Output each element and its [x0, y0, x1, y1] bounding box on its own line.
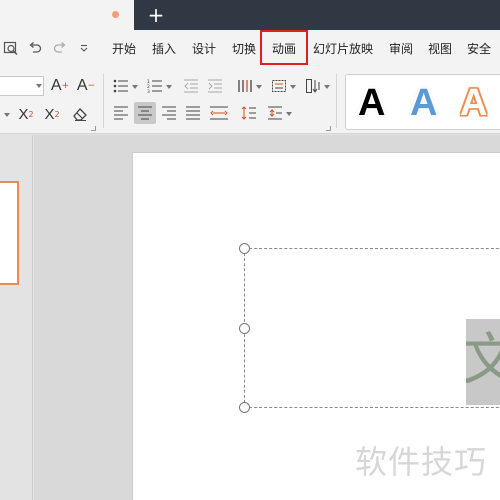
- numbering-icon[interactable]: 123: [146, 78, 164, 94]
- customize-dropdown-icon[interactable]: [77, 39, 91, 57]
- superscript-letter: X: [18, 105, 29, 123]
- animation-highlight-box: [260, 30, 308, 65]
- align-left-icon[interactable]: [112, 105, 130, 121]
- watermark-text: 软件技巧: [355, 443, 488, 481]
- wordart-preview[interactable]: 文: [466, 319, 500, 405]
- ribbon-toolbar: A + A − X2 X2 123 A A A: [0, 68, 500, 134]
- justify-icon[interactable]: [184, 105, 202, 121]
- superscript-button[interactable]: X2: [16, 104, 36, 124]
- paragraph-spacing-icon[interactable]: [266, 105, 284, 121]
- text-style-orange-outline[interactable]: A: [460, 79, 487, 127]
- decrease-font-button[interactable]: A −: [76, 76, 96, 96]
- text-direction-caret-icon[interactable]: [324, 85, 330, 89]
- menu-view[interactable]: 视图: [428, 30, 452, 68]
- text-box-caret-icon[interactable]: [290, 85, 296, 89]
- paragraph-dialog-launcher-icon[interactable]: [326, 126, 331, 131]
- subscript-button[interactable]: X2: [42, 104, 62, 124]
- column-icon[interactable]: [236, 77, 254, 95]
- bullets-icon[interactable]: [112, 78, 130, 94]
- text-styles-gallery: A A A: [345, 74, 500, 130]
- resize-handle-middle-left[interactable]: [239, 323, 250, 334]
- bullets-caret-icon[interactable]: [132, 85, 138, 89]
- increase-font-button[interactable]: A +: [50, 76, 70, 96]
- eraser-icon[interactable]: [70, 104, 90, 124]
- slide-thumbnail-panel: [0, 135, 33, 500]
- menu-bar: 开始 插入 设计 切换 动画 幻灯片放映 审阅 视图 安全: [0, 30, 500, 68]
- align-center-icon[interactable]: [136, 105, 154, 121]
- menu-home[interactable]: 开始: [112, 30, 136, 68]
- slide-thumbnail-selected[interactable]: [0, 181, 19, 285]
- text-style-black[interactable]: A: [358, 79, 385, 127]
- menu-transitions[interactable]: 切换: [232, 30, 256, 68]
- numbering-caret-icon[interactable]: [166, 85, 172, 89]
- ribbon-separator: [103, 74, 104, 128]
- distribute-icon[interactable]: [208, 105, 230, 121]
- wordart-character: 文: [466, 328, 500, 393]
- font-dialog-launcher-icon[interactable]: [91, 126, 96, 131]
- subscript-mark: 2: [54, 109, 60, 119]
- undo-icon[interactable]: [26, 39, 44, 57]
- paragraph-spacing-caret-icon[interactable]: [286, 112, 292, 116]
- resize-handle-bottom-left[interactable]: [239, 402, 250, 413]
- align-right-icon[interactable]: [160, 105, 178, 121]
- new-tab-button[interactable]: +: [145, 2, 167, 28]
- line-spacing-icon[interactable]: [240, 105, 258, 121]
- selected-text-box[interactable]: [244, 248, 500, 408]
- decrease-font-letter: A: [76, 77, 88, 94]
- text-box-icon[interactable]: [270, 77, 288, 95]
- menu-review[interactable]: 审阅: [389, 30, 413, 68]
- subscript-letter: X: [44, 105, 55, 123]
- print-preview-icon[interactable]: [2, 39, 20, 57]
- title-bar: +: [0, 0, 500, 30]
- plus-icon: +: [61, 81, 70, 91]
- minus-icon: −: [87, 81, 96, 91]
- svg-text:3: 3: [147, 89, 150, 93]
- resize-handle-top-left[interactable]: [239, 243, 250, 254]
- menu-slideshow[interactable]: 幻灯片放映: [313, 30, 373, 68]
- font-color-caret-icon[interactable]: [4, 113, 10, 117]
- menu-design[interactable]: 设计: [192, 30, 216, 68]
- menu-insert[interactable]: 插入: [152, 30, 176, 68]
- column-caret-icon[interactable]: [256, 85, 262, 89]
- menu-security[interactable]: 安全: [467, 30, 491, 68]
- increase-font-letter: A: [50, 77, 62, 94]
- redo-icon[interactable]: [51, 39, 69, 57]
- text-style-blue[interactable]: A: [410, 79, 437, 127]
- decrease-indent-icon[interactable]: [182, 78, 200, 94]
- unsaved-dot-icon: [112, 11, 119, 18]
- ribbon-separator: [336, 74, 337, 128]
- document-tab[interactable]: [0, 0, 134, 30]
- increase-indent-icon[interactable]: [206, 78, 224, 94]
- text-direction-icon[interactable]: [304, 77, 322, 95]
- font-size-caret-icon[interactable]: [36, 84, 42, 88]
- superscript-mark: 2: [28, 109, 34, 119]
